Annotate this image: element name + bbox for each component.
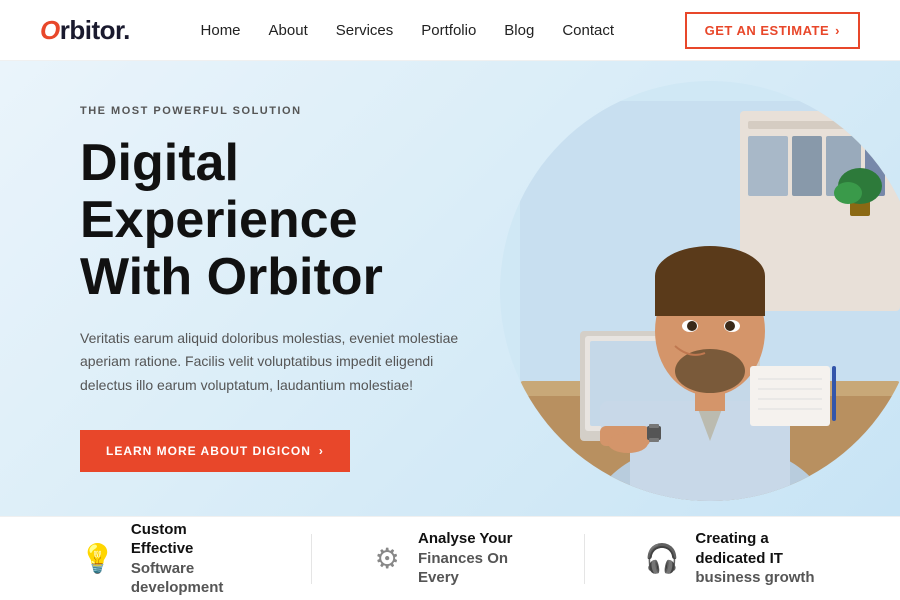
hero-image <box>500 81 900 501</box>
hero-eyebrow: THE MOST POWERFUL SOLUTION <box>80 105 460 117</box>
hero-cta-arrow-icon: › <box>319 444 324 458</box>
hero-title-line1: Digital Experience <box>80 134 358 249</box>
feature-text-1: Analyse YourFinances On Every <box>418 529 524 588</box>
nav-item-about[interactable]: About <box>269 22 308 39</box>
estimate-arrow-icon: › <box>835 23 840 38</box>
site-header: Orbitor. Home About Services Portfolio Blog C… <box>0 0 900 61</box>
nav-item-contact[interactable]: Contact <box>562 22 614 39</box>
feature-text-0: Custom EffectiveSoftware development <box>131 520 252 598</box>
hero-content: THE MOST POWERFUL SOLUTION Digital Exper… <box>0 105 540 472</box>
feature-item-0: 💡 Custom EffectiveSoftware development <box>80 520 251 598</box>
person-svg <box>520 101 900 501</box>
hero-title-line2: With Orbitor <box>80 248 383 306</box>
hero-description: Veritatis earum aliquid doloribus molest… <box>80 327 460 398</box>
nav-item-blog[interactable]: Blog <box>504 22 534 39</box>
feature-icon-2: 🎧 <box>645 540 680 578</box>
hero-person-illustration <box>500 81 900 501</box>
get-estimate-button[interactable]: GET AN ESTIMATE › <box>685 12 860 49</box>
logo-accent: O <box>40 15 60 46</box>
feature-divider-1 <box>311 534 312 584</box>
logo-text: rbitor. <box>60 15 130 46</box>
logo[interactable]: Orbitor. <box>40 15 130 46</box>
estimate-label: GET AN ESTIMATE <box>705 23 830 38</box>
hero-cta-label: LEARN MORE ABOUT DIGICON <box>106 444 311 458</box>
feature-text-2: Creating a dedicated ITbusiness growth <box>695 529 820 588</box>
feature-icon-1: ⚙ <box>372 540 402 578</box>
main-nav: Home About Services Portfolio Blog Contact <box>201 22 615 39</box>
features-bar: 💡 Custom EffectiveSoftware development ⚙ An… <box>0 516 900 600</box>
feature-item-1: ⚙ Analyse YourFinances On Every <box>372 529 523 588</box>
nav-item-home[interactable]: Home <box>201 22 241 39</box>
feature-divider-2 <box>584 534 585 584</box>
hero-title: Digital Experience With Orbitor <box>80 135 460 307</box>
nav-item-portfolio[interactable]: Portfolio <box>421 22 476 39</box>
feature-item-2: 🎧 Creating a dedicated ITbusiness growth <box>645 529 820 588</box>
hero-cta-button[interactable]: LEARN MORE ABOUT DIGICON › <box>80 430 350 472</box>
feature-icon-0: 💡 <box>80 540 115 578</box>
nav-item-services[interactable]: Services <box>336 22 394 39</box>
hero-section: THE MOST POWERFUL SOLUTION Digital Exper… <box>0 61 900 516</box>
